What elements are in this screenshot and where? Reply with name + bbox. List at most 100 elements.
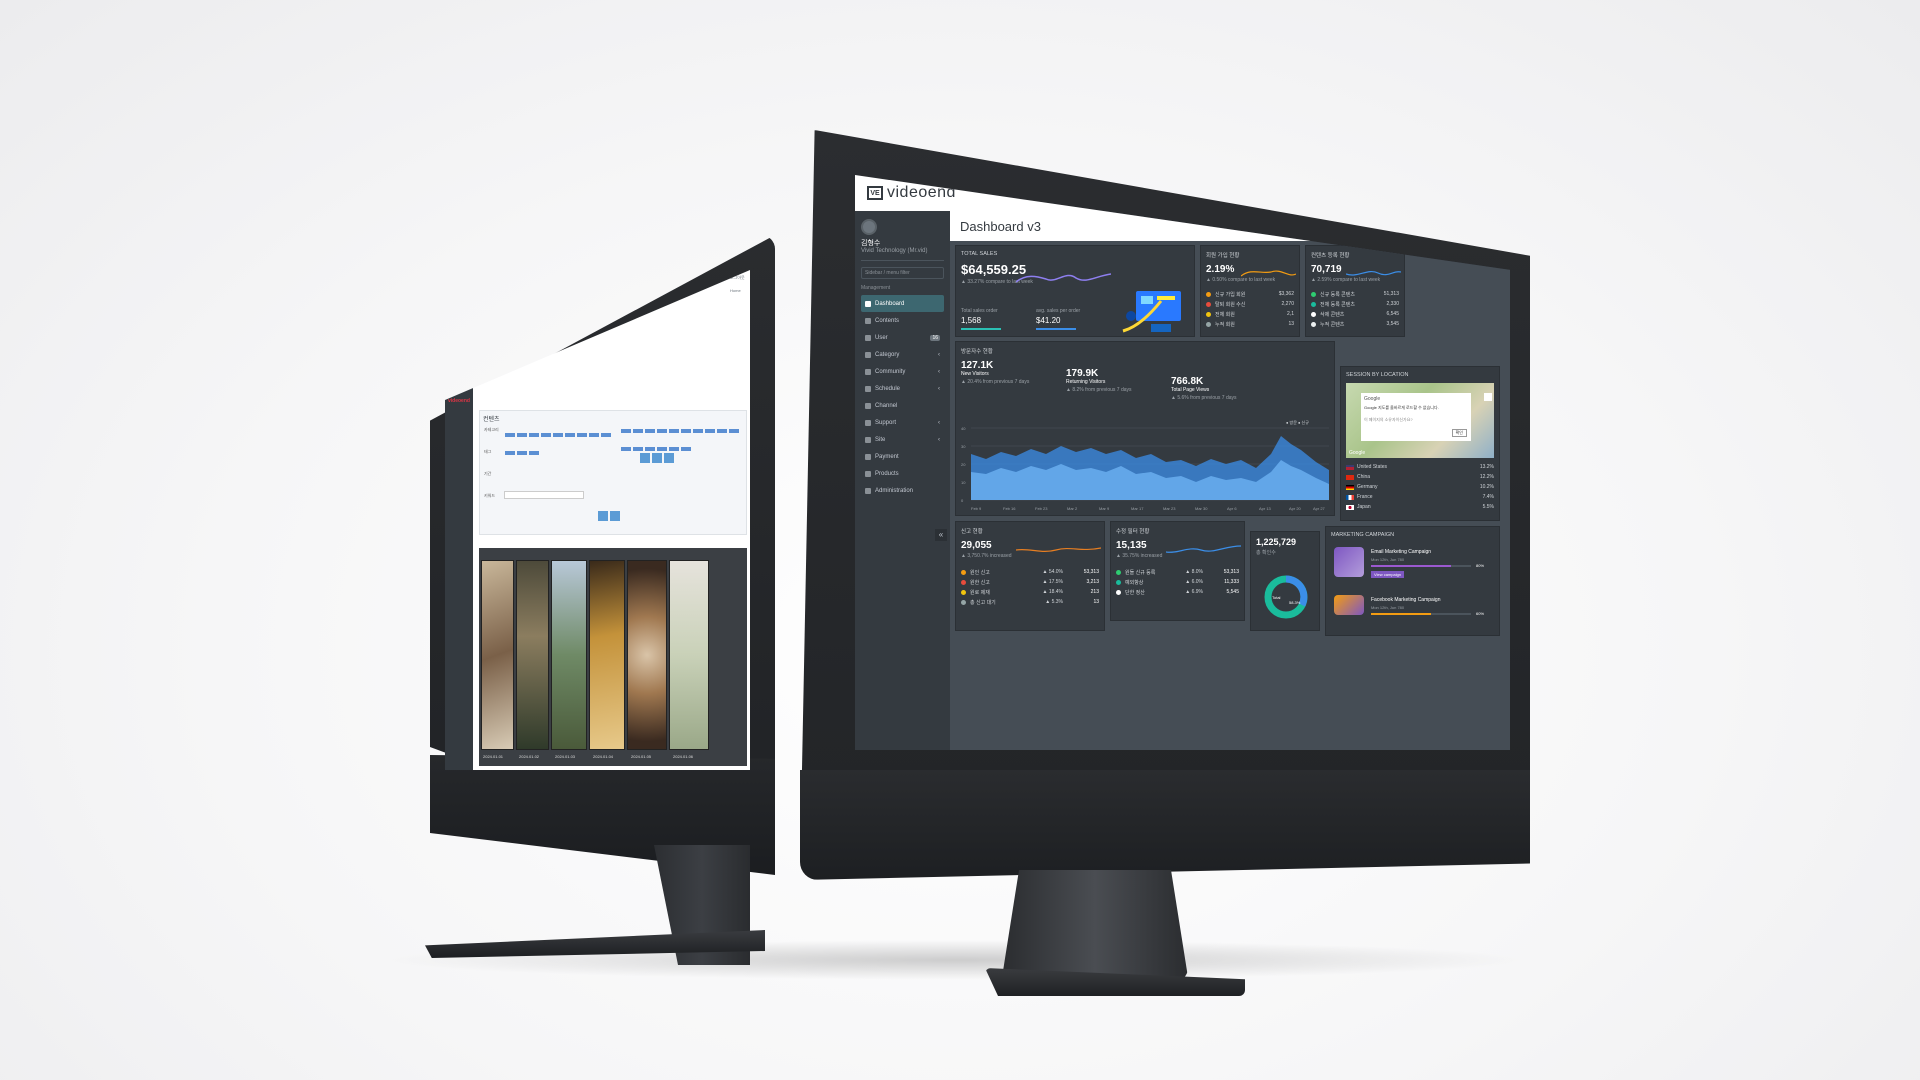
marketing-campaign-card: MARKETING CAMPAIGN Email Marketing Campa… <box>1325 526 1500 636</box>
sidebar-item-channel[interactable]: Channel <box>861 397 944 414</box>
gallery-photo[interactable] <box>669 560 709 750</box>
left-checkbox-group[interactable] <box>504 425 614 461</box>
row-value: 2,270 <box>1281 301 1294 307</box>
row-label: 누적 회원 <box>1215 321 1235 328</box>
row-value: $3,362 <box>1278 291 1294 297</box>
report-row: 총 신고 대기 ▲ 5.3% 13 <box>961 597 1099 607</box>
photo-caption: 2024.01.06 <box>673 754 694 759</box>
visitors-area-chart: 40 30 20 10 0 Feb 9 Feb 16 Feb 23 Mar 2 … <box>961 426 1329 511</box>
left-form-label: 카테고리 <box>484 427 499 432</box>
flag-us-icon <box>1346 464 1354 470</box>
sidebar-section-label: Management <box>861 285 891 291</box>
flag-jp-icon <box>1346 504 1354 510</box>
signup-title: 회원 가입 현황 <box>1206 253 1240 259</box>
campaign-name[interactable]: Facebook Marketing Campaign <box>1371 597 1440 603</box>
y-tick: 0 <box>961 498 964 503</box>
row-value: 11,333 <box>1224 579 1239 585</box>
tv-icon <box>865 402 871 409</box>
campaign-name[interactable]: Email Marketing Campaign <box>1371 549 1431 555</box>
row-pct: ▲ 6.0% <box>1185 579 1203 585</box>
sidebar-item-schedule[interactable]: Schedule ‹ <box>861 380 944 397</box>
sales-orders-progress <box>961 328 1001 330</box>
sidebar-item-products[interactable]: Products <box>861 465 944 482</box>
avg-sales-progress <box>1036 328 1076 330</box>
left-keyword-input[interactable] <box>504 491 584 499</box>
content-row: 신규 등록 콘텐츠 51,313 <box>1311 289 1399 299</box>
sidebar-search-input[interactable]: Sidebar / menu filter <box>861 267 944 279</box>
sidebar-item-site[interactable]: Site ‹ <box>861 431 944 448</box>
sidebar-item-administration[interactable]: Administration <box>861 482 944 499</box>
sidebar-item-dashboard[interactable]: Dashboard <box>861 295 944 312</box>
sidebar-item-support[interactable]: Support ‹ <box>861 414 944 431</box>
row-value: 213 <box>1090 589 1099 595</box>
row-value: 13 <box>1093 599 1099 605</box>
status-dot <box>1116 569 1121 575</box>
status-dot <box>1206 311 1211 317</box>
row-value: 53,313 <box>1083 569 1099 575</box>
gallery-photo[interactable] <box>551 560 587 750</box>
total-views-card: 1,225,729 총 확인수 Total 58.3% <box>1250 531 1320 631</box>
row-value: 2,330 <box>1386 301 1399 307</box>
gallery-photo[interactable] <box>481 560 514 750</box>
box-icon <box>865 470 871 477</box>
left-date-button[interactable] <box>664 453 674 463</box>
row-value: 2,1 <box>1287 311 1294 317</box>
globe-icon <box>865 436 871 443</box>
views-donut-chart: Total 58.3% <box>1264 575 1308 619</box>
chevron-left-icon: ‹ <box>938 436 940 443</box>
content-sparkline <box>1346 271 1401 276</box>
gallery-photo[interactable] <box>627 560 667 750</box>
popup-brand: Google <box>1364 396 1381 402</box>
sidebar-item-label: Community <box>875 368 906 375</box>
signup-row: 신규 가입 회원 $3,362 <box>1206 289 1294 299</box>
credit-card-icon <box>865 453 871 460</box>
sidebar-item-community[interactable]: Community ‹ <box>861 363 944 380</box>
signup-sparkline <box>1241 270 1296 277</box>
report-title: 신고 현황 <box>961 529 983 535</box>
left-checkbox-group-right[interactable] <box>620 421 740 457</box>
sidebar-item-label: Category <box>875 351 900 358</box>
world-map[interactable]: Google Google 지도를 올바르게 로드할 수 없습니다. 이 페이지… <box>1346 383 1494 458</box>
user-icon <box>865 334 871 341</box>
sidebar-item-label: Schedule <box>875 385 901 392</box>
community-icon <box>865 368 871 375</box>
gallery-photo[interactable] <box>516 560 549 750</box>
marketing-title: MARKETING CAMPAIGN <box>1331 532 1395 538</box>
sidebar-item-payment[interactable]: Payment <box>861 448 944 465</box>
photo-caption: 2024.01.01 <box>483 754 504 759</box>
left-date-button[interactable] <box>640 453 650 463</box>
avatar[interactable] <box>861 219 877 235</box>
popup-ok-button[interactable]: 확인 <box>1451 429 1467 437</box>
gallery-photo[interactable] <box>589 560 625 750</box>
photo-caption: 2024.01.05 <box>631 754 652 759</box>
signup-row: 탈퇴 회원 수신 2,270 <box>1206 299 1294 309</box>
view-campaign-button[interactable]: View campaign <box>1371 571 1405 578</box>
facebook-campaign-illustration <box>1334 595 1364 615</box>
row-value: 5,545 <box>1226 589 1239 595</box>
content-title: 컨텐츠 등록 현황 <box>1311 253 1350 259</box>
sidebar-user-name: 김형수 <box>861 240 881 247</box>
status-dot <box>1311 301 1316 307</box>
sidebar-item-contents[interactable]: Contents <box>861 312 944 329</box>
left-home-link[interactable]: Home <box>730 288 741 293</box>
left-reset-button[interactable] <box>610 511 620 521</box>
country-name: Japan <box>1357 504 1371 510</box>
sidebar-user-panel[interactable]: 김형수 Vivid Technology (Mr.vid) <box>861 219 944 261</box>
x-tick: Mar 9 <box>1099 506 1110 511</box>
status-dot <box>1116 589 1121 595</box>
sidebar-item-label: Administration <box>875 487 914 494</box>
content-row: 전체 등록 콘텐츠 2,330 <box>1311 299 1399 309</box>
map-fullscreen-button[interactable] <box>1484 393 1492 401</box>
row-label: 신규 등록 콘텐츠 <box>1320 291 1355 298</box>
returning-visitors-sub: ▲ 8.2% from previous 7 days <box>1066 387 1132 393</box>
status-dot <box>961 589 966 595</box>
sidebar-item-user[interactable]: User 16 <box>861 329 944 346</box>
sidebar-collapse-button[interactable]: « <box>935 529 947 541</box>
sidebar-item-category[interactable]: Category ‹ <box>861 346 944 363</box>
returning-visitors-label: Returning Visitors <box>1066 379 1106 385</box>
left-date-button[interactable] <box>652 453 662 463</box>
popup-text: Google 지도를 올바르게 로드할 수 없습니다. <box>1364 405 1439 410</box>
email-campaign-illustration <box>1334 547 1364 577</box>
avg-sales-label: avg. sales per order <box>1036 308 1081 314</box>
left-search-button[interactable] <box>598 511 608 521</box>
